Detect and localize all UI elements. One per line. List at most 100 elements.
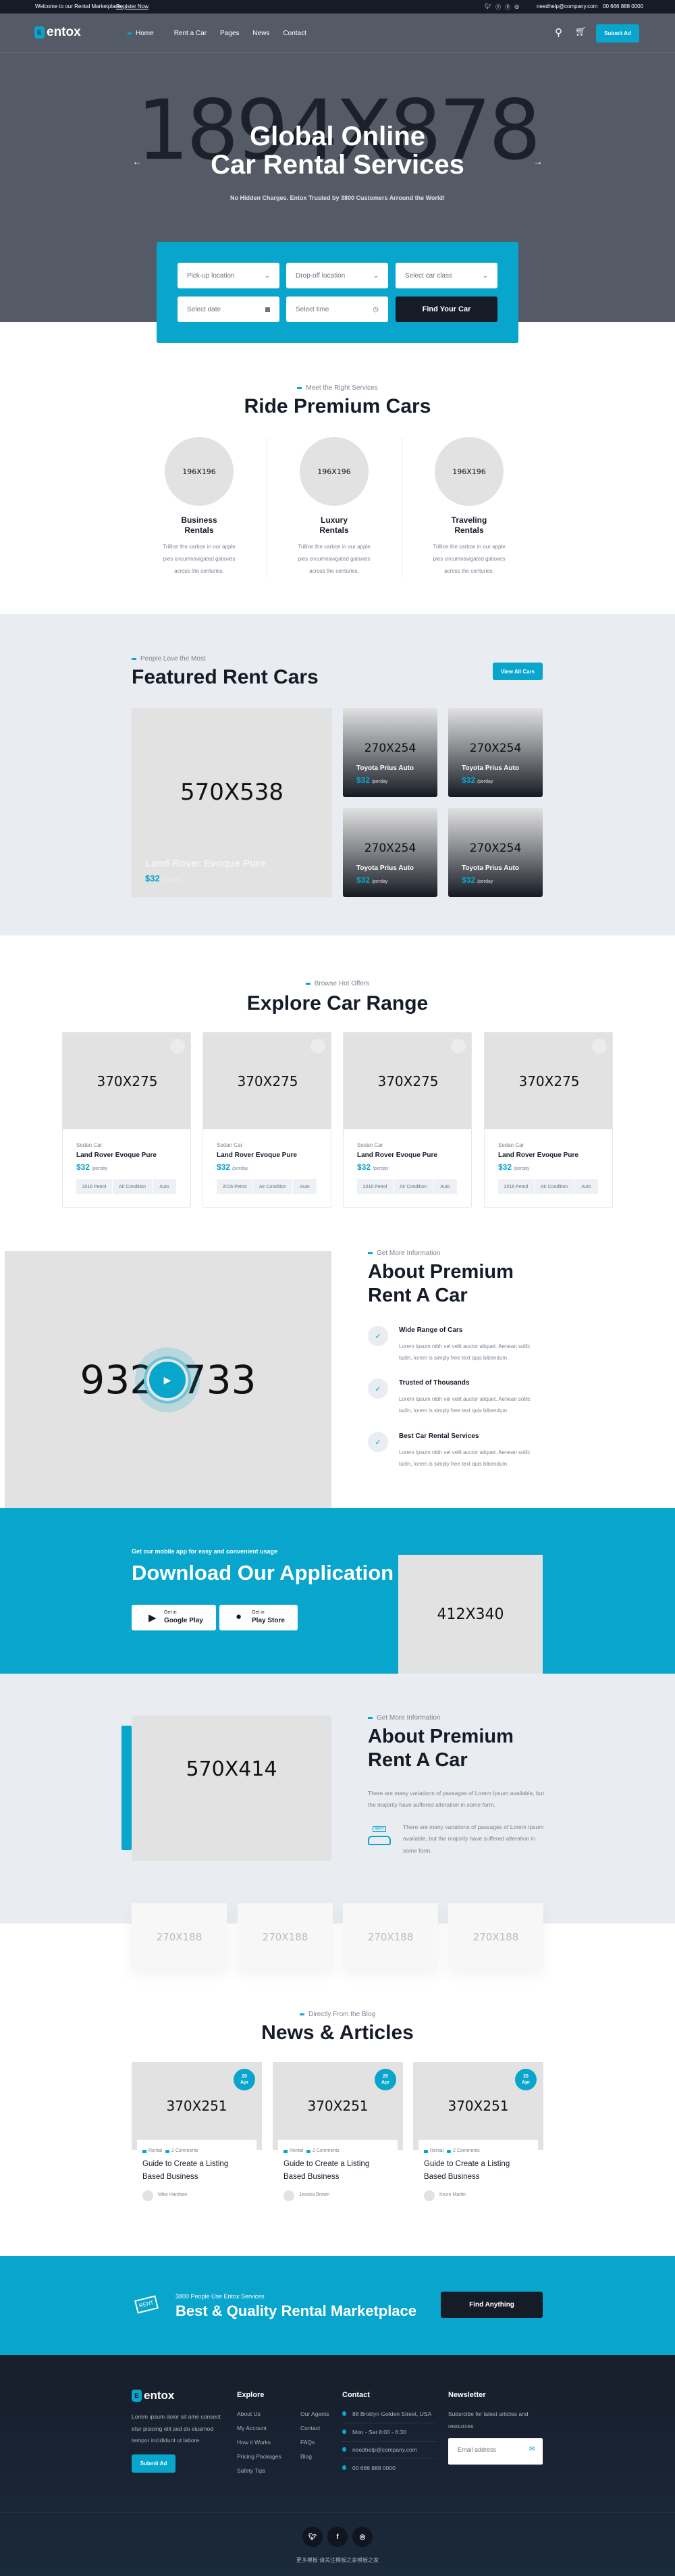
featured-car-card[interactable]: 270X254 Toyota Prius Auto $32/perday (343, 808, 437, 897)
car-type: Sedan Car (498, 1142, 524, 1148)
google-play-button[interactable]: ▶ Get in Google Play (132, 1605, 216, 1630)
pinterest-icon[interactable]: ⓟ (505, 3, 510, 11)
time-input[interactable]: Select time ◷ (286, 297, 388, 322)
send-envelope-icon[interactable]: ✉ (529, 2446, 535, 2453)
twitter-icon[interactable]: 🐦︎ (302, 2527, 323, 2547)
price: $32 (462, 775, 476, 785)
heart-icon[interactable] (310, 1039, 325, 1054)
find-car-button[interactable]: Find Your Car (396, 297, 497, 322)
about-title-2: Rent A Car (368, 1285, 468, 1306)
contact-text[interactable]: 00 666 888 0000 (352, 2465, 396, 2471)
nav-item-pages[interactable]: Pages (220, 30, 239, 37)
price: $32 (217, 1162, 231, 1172)
news-card[interactable]: 370X251 20 Apr Rental 2 Comments Guide to Cre… (132, 2062, 262, 2217)
news-tag[interactable]: Rental (430, 2148, 443, 2153)
news-comments[interactable]: 2 Comments (171, 2148, 198, 2153)
register-link[interactable]: Register Now (116, 3, 148, 9)
footer-link[interactable]: About Us (237, 2411, 261, 2417)
tag-icon (284, 2150, 288, 2153)
author-name: Jessica Brown (299, 2192, 330, 2197)
news-title-2[interactable]: Based Business (284, 2173, 339, 2181)
hero-title-1: Global Online (249, 122, 426, 151)
footer-link[interactable]: How it Works (237, 2439, 271, 2446)
car-name: Land Rover Evoque Pure (498, 1152, 578, 1159)
news-comments[interactable]: 2 Comments (313, 2148, 340, 2153)
nav-item-contact[interactable]: Contact (283, 30, 306, 37)
car-name: Toyota Prius Auto (356, 865, 414, 872)
feature-title: Wide Range of Cars (399, 1326, 463, 1334)
play-button[interactable]: ▶ (135, 1347, 200, 1412)
news-title-1[interactable]: Guide to Create a Listing (424, 2160, 510, 2168)
search-icon[interactable]: ⚲ (555, 26, 562, 38)
news-card[interactable]: 370X251 20 Apr Rental 2 Comments Guide to Cre… (273, 2062, 403, 2217)
submit-ad-button[interactable]: Submit Ad (596, 24, 639, 43)
service-image: 196X196 (165, 437, 234, 506)
footer-desc-line: Lorem ipsum dolor sit ame consect (132, 2413, 221, 2420)
footer-link[interactable]: Safety Tips (237, 2467, 265, 2474)
calendar-icon (265, 307, 270, 312)
car-card[interactable]: 370X275 Sedan Car Land Rover Evoque Pure $3… (202, 1032, 331, 1208)
topbar-email[interactable]: needhelp@company.com (537, 3, 597, 9)
footer-link[interactable]: Our Agents (300, 2411, 329, 2417)
view-all-cars-button[interactable]: View All Cars (493, 663, 543, 680)
news-tag[interactable]: Rental (148, 2148, 162, 2153)
dropoff-select[interactable]: Drop-off location ⌄ (286, 263, 388, 288)
footer-logo[interactable]: E entox (132, 2389, 174, 2402)
contact-text[interactable]: needhelp@company.com (352, 2446, 417, 2453)
newsletter-text-2: resources (448, 2423, 474, 2429)
featured-car-card[interactable]: 270X254 Toyota Prius Auto $32/perday (448, 708, 543, 797)
heart-icon[interactable] (451, 1039, 466, 1054)
car-card[interactable]: 370X275 Sedan Car Land Rover Evoque Pure $3… (343, 1032, 472, 1208)
email-input[interactable] (458, 2446, 522, 2453)
footer-submit-ad-button[interactable]: Submit Ad (132, 2454, 176, 2473)
news-title-1[interactable]: Guide to Create a Listing (284, 2160, 369, 2168)
featured-car-card[interactable]: 270X254 Toyota Prius Auto $32/perday (448, 808, 543, 897)
spec-chip: Air Condition (113, 1179, 152, 1194)
pickup-select[interactable]: Pick-up location ⌄ (178, 263, 279, 288)
news-card[interactable]: 370X251 20 Apr Rental 2 Comments Guide to Cre… (413, 2062, 543, 2217)
explore-eyebrow: Browse Hot Offers (0, 980, 675, 987)
footer-link[interactable]: My Account (237, 2425, 267, 2431)
app-store-button[interactable]: ● Get in Play Store (219, 1605, 298, 1630)
newsletter-heading: Newsletter (448, 2391, 486, 2399)
arrow-right-icon[interactable]: → (533, 156, 543, 167)
news-comments[interactable]: 2 Comments (453, 2148, 480, 2153)
date-input[interactable]: Select date (178, 297, 279, 322)
footer-link[interactable]: Contact (300, 2425, 320, 2431)
news-title-1[interactable]: Guide to Create a Listing (142, 2160, 228, 2168)
author-avatar (284, 2190, 294, 2201)
arrow-left-icon[interactable]: ← (132, 156, 142, 167)
news-title-2[interactable]: Based Business (142, 2173, 198, 2181)
car-class-label: Select car class (405, 272, 453, 280)
partner-logo: 270X188 (132, 1903, 227, 1970)
featured-car-card[interactable]: 270X254 Toyota Prius Auto $32/perday (343, 708, 437, 797)
cart-icon[interactable]: 🛒︎ (575, 26, 587, 37)
news-title-2[interactable]: Based Business (424, 2173, 479, 2181)
logo-mark: E (34, 26, 45, 38)
logo[interactable]: E entox (34, 25, 81, 40)
car-class-select[interactable]: Select car class ⌄ (396, 263, 497, 288)
footer-link[interactable]: Blog (300, 2453, 312, 2460)
twitter-icon[interactable]: 🐦︎ (485, 3, 491, 11)
news-tag[interactable]: Rental (290, 2148, 303, 2153)
heart-icon[interactable] (170, 1039, 185, 1054)
topbar-phone[interactable]: 00 666 888 0000 (603, 3, 643, 9)
nav-label: News (252, 29, 270, 37)
nav-item-news[interactable]: News (252, 30, 269, 37)
instagram-icon[interactable]: ◎ (352, 2527, 373, 2547)
instagram-icon[interactable]: ◎ (514, 3, 519, 11)
car-card[interactable]: 370X275 Sedan Car Land Rover Evoque Pure $3… (62, 1032, 191, 1208)
price: $32 (145, 873, 160, 883)
car-card[interactable]: 370X275 Sedan Car Land Rover Evoque Pure $3… (484, 1032, 613, 1208)
footer-link[interactable]: FAQs (300, 2439, 315, 2446)
footer-link[interactable]: Pricing Packages (237, 2453, 281, 2460)
facebook-icon[interactable]: ⓕ (495, 3, 501, 11)
nav-item-rent-a-car[interactable]: Rent a Car (174, 30, 207, 37)
feature-desc-line: tudin, lorem is simply free text quis bi… (399, 1461, 509, 1467)
find-anything-button[interactable]: Find Anything (441, 2292, 543, 2318)
chevron-down-icon: ⌄ (482, 272, 488, 280)
facebook-icon[interactable]: f (327, 2527, 348, 2547)
nav-item-home[interactable]: Home (128, 30, 154, 37)
heart-icon[interactable] (592, 1039, 607, 1054)
featured-eyebrow: People Love the Most (132, 655, 206, 663)
